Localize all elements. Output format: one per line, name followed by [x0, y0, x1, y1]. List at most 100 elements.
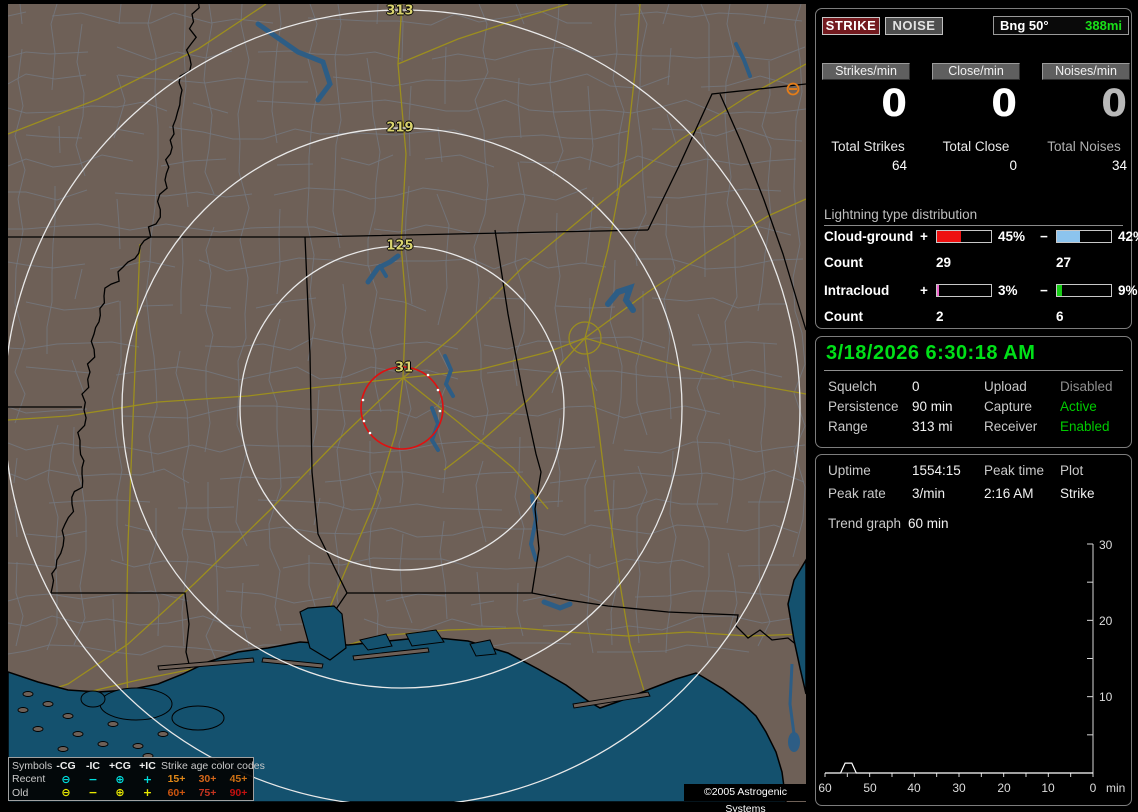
bearing-label: Bng 50° [1000, 18, 1049, 33]
range-value: 313 mi [912, 419, 953, 434]
total-strikes-value: 64 [891, 158, 907, 173]
count-label: Count [824, 254, 863, 270]
ic-plus-count: 2 [936, 308, 944, 324]
minus-sign: − [1040, 282, 1048, 298]
count-label: Count [824, 308, 863, 324]
status-row: Range 313 mi Receiver Enabled [816, 419, 1131, 437]
map-legend: Symbols -CG -IC +CG +IC Strike age color… [8, 757, 265, 801]
x-axis-unit: min [1106, 781, 1125, 795]
capture-status: Active [1060, 399, 1097, 414]
trend-chart: 30 20 10 60 50 40 30 20 10 0 min [818, 539, 1125, 795]
peak-time-label: Peak time [984, 463, 1045, 478]
ic-minus-pct: 9% [1118, 282, 1138, 298]
y-tick-30: 30 [1099, 539, 1113, 552]
range-label: Range [828, 419, 868, 434]
datetime-display: 3/18/2026 6:30:18 AM [826, 342, 1036, 364]
receiver-label: Receiver [984, 419, 1038, 434]
ic-minus-count: 6 [1056, 308, 1064, 324]
uptime-row: Uptime 1554:15 Peak time Plot [816, 463, 1131, 481]
total-noises-value: 34 [1111, 158, 1127, 173]
upload-status: Disabled [1060, 379, 1113, 394]
total-close-value: 0 [1009, 158, 1017, 173]
recent-pos-cg-icon: ⊕ [115, 772, 125, 786]
x-tick-20: 20 [997, 781, 1011, 795]
strike-mode-button[interactable]: STRIKE [822, 17, 880, 35]
x-tick-40: 40 [907, 781, 921, 795]
divider [824, 370, 1123, 371]
persistence-label: Persistence [828, 399, 899, 414]
age-30: 30+ [198, 773, 217, 786]
noises-per-min-chip[interactable]: Noises/min [1042, 63, 1130, 80]
peak-time-value: 2:16 AM [984, 486, 1034, 501]
counters-panel: STRIKE NOISE Bng 50° 388mi Strikes/min C… [815, 8, 1138, 329]
squelch-label: Squelch [828, 379, 877, 394]
strikes-per-min-value: 0 [881, 82, 907, 125]
recent-neg-cg-icon: ⊖ [61, 772, 71, 786]
x-tick-0: 0 [1090, 781, 1097, 795]
intracloud-count-row: Count 2 6 [824, 307, 1138, 325]
old-neg-ic-icon: − [88, 786, 98, 800]
map-canvas [8, 4, 806, 802]
bearing-range-value: 388mi [1085, 18, 1122, 33]
close-per-min-chip[interactable]: Close/min [932, 63, 1020, 80]
old-pos-ic-icon: + [142, 786, 153, 800]
plot-value: Strike [1060, 486, 1095, 501]
recent-pos-ic-icon: + [142, 772, 153, 786]
legend-col-neg-cg: -CG [56, 759, 76, 772]
copyright-notice: ©2005 Astrogenic Systems [684, 784, 807, 812]
plus-sign: + [920, 282, 928, 298]
x-tick-10: 10 [1041, 781, 1055, 795]
cg-plus-pct: 45% [998, 228, 1026, 244]
y-tick-10: 10 [1099, 690, 1113, 704]
legend-age-title: Strike age color codes [161, 759, 265, 772]
persistence-value: 90 min [912, 399, 953, 414]
uptime-label: Uptime [828, 463, 871, 478]
legend-col-pos-cg: +CG [109, 759, 131, 772]
legend-symbols-label: Symbols [12, 759, 53, 772]
cg-plus-count: 29 [936, 254, 952, 270]
cloud-ground-label: Cloud-ground [824, 228, 914, 244]
total-noises-label: Total Noises [1047, 139, 1121, 154]
trend-graph-window: 60 min [908, 516, 949, 531]
noises-per-min-value: 0 [1101, 82, 1127, 125]
trend-panel: Uptime 1554:15 Peak time Plot Peak rate … [815, 454, 1132, 806]
cg-minus-count: 27 [1056, 254, 1072, 270]
squelch-value: 0 [912, 379, 920, 394]
cg-plus-bar [936, 229, 992, 243]
status-row: Squelch 0 Upload Disabled [816, 379, 1131, 397]
old-pos-cg-icon: ⊕ [115, 786, 125, 800]
peak-rate-value: 3/min [912, 486, 946, 501]
cloud-ground-row: Cloud-ground + 45% − 42% [824, 227, 1138, 245]
legend-col-neg-ic: -IC [86, 759, 100, 772]
age-45: 45+ [229, 773, 248, 786]
trend-axes [824, 543, 1094, 777]
age-90: 90+ [229, 786, 248, 799]
bearing-display: Bng 50° 388mi [993, 16, 1129, 35]
upload-label: Upload [984, 379, 1027, 394]
total-close-label: Total Close [942, 139, 1010, 154]
legend-col-pos-ic: +IC [139, 759, 156, 772]
trend-series-strike [825, 762, 1093, 774]
intracloud-row: Intracloud + 3% − 9% [824, 281, 1138, 299]
intracloud-label: Intracloud [824, 282, 890, 298]
lightning-map[interactable]: 313 219 125 31 [8, 4, 806, 802]
trend-graph-row: Trend graph 60 min [816, 516, 1131, 534]
close-per-min-value: 0 [991, 82, 1017, 125]
age-75: 75+ [198, 786, 217, 799]
old-neg-cg-icon: ⊖ [61, 786, 71, 800]
legend-row-recent-label: Recent [12, 773, 46, 786]
strikes-per-min-chip[interactable]: Strikes/min [822, 63, 910, 80]
trend-graph-label: Trend graph [828, 516, 902, 531]
cg-minus-bar [1056, 229, 1112, 243]
nexstorm-app-window: 313 219 125 31 Symbols -CG -IC +CG +IC S… [0, 0, 1138, 812]
noise-mode-button[interactable]: NOISE [885, 17, 943, 35]
age-15: 15+ [167, 773, 186, 786]
x-tick-30: 30 [952, 781, 966, 795]
peak-rate-row: Peak rate 3/min 2:16 AM Strike [816, 486, 1131, 504]
legend-row-old-label: Old [12, 786, 29, 799]
distribution-title: Lightning type distribution [824, 207, 1123, 226]
status-panel: 3/18/2026 6:30:18 AM Squelch 0 Upload Di… [815, 336, 1132, 448]
age-60: 60+ [167, 786, 186, 799]
ic-plus-bar [936, 283, 992, 297]
peak-rate-label: Peak rate [828, 486, 886, 501]
